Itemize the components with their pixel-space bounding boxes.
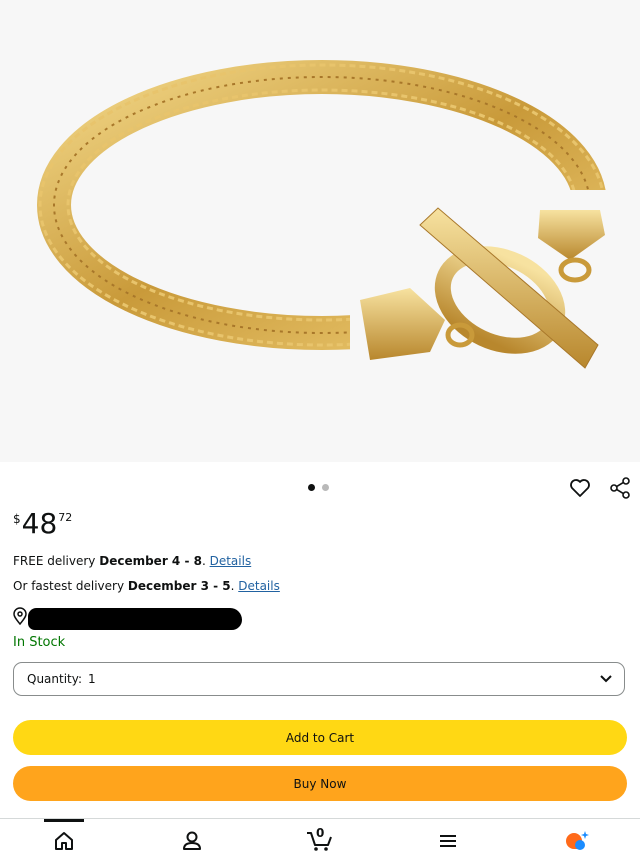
free-delivery-details-link[interactable]: Details: [210, 554, 252, 568]
home-icon[interactable]: [52, 829, 76, 853]
fastest-delivery-details-link[interactable]: Details: [238, 579, 280, 593]
quantity-label: Quantity:: [27, 672, 83, 686]
free-delivery-dates: December 4 - 8: [99, 554, 202, 568]
location-pin-icon: [13, 607, 27, 625]
quantity-value: 1: [88, 672, 96, 686]
share-icon[interactable]: [608, 476, 632, 500]
gallery-dot-active[interactable]: [308, 484, 315, 491]
gallery-dot[interactable]: [322, 484, 329, 491]
price-symbol: $: [13, 512, 21, 526]
buy-now-button[interactable]: Buy Now: [13, 766, 627, 801]
bracelet-image: [37, 60, 620, 370]
fastest-delivery-line: Or fastest delivery December 3 - 5. Deta…: [13, 579, 280, 593]
cart-count: 0: [316, 826, 325, 840]
fastest-delivery-dates: December 3 - 5: [127, 579, 231, 593]
product-price: $ 48 72: [13, 510, 72, 538]
gallery-pagination: [308, 484, 329, 491]
chevron-down-icon: [598, 671, 614, 690]
product-actions: [568, 476, 632, 500]
bottom-navigation: 0: [0, 818, 640, 863]
stock-status: In Stock: [13, 635, 66, 650]
add-to-cart-button[interactable]: Add to Cart: [13, 720, 627, 755]
free-delivery-label: FREE delivery: [13, 554, 100, 568]
cart-icon[interactable]: 0: [306, 826, 334, 853]
deliver-to-location[interactable]: [12, 606, 242, 630]
product-image-gallery[interactable]: [0, 0, 640, 462]
active-tab-indicator: [44, 819, 84, 822]
account-icon[interactable]: [180, 829, 204, 853]
fastest-delivery-label: Or fastest delivery: [13, 579, 128, 593]
free-delivery-line: FREE delivery December 4 - 8. Details: [13, 554, 251, 568]
price-fraction: 72: [58, 511, 73, 524]
heart-icon[interactable]: [568, 476, 592, 500]
free-delivery-sep: .: [201, 554, 210, 568]
ai-assistant-icon[interactable]: [564, 829, 589, 853]
price-whole: 48: [21, 507, 58, 540]
menu-icon[interactable]: [436, 829, 460, 853]
redacted-address: [28, 608, 242, 630]
quantity-select[interactable]: Quantity: 1: [13, 662, 625, 696]
